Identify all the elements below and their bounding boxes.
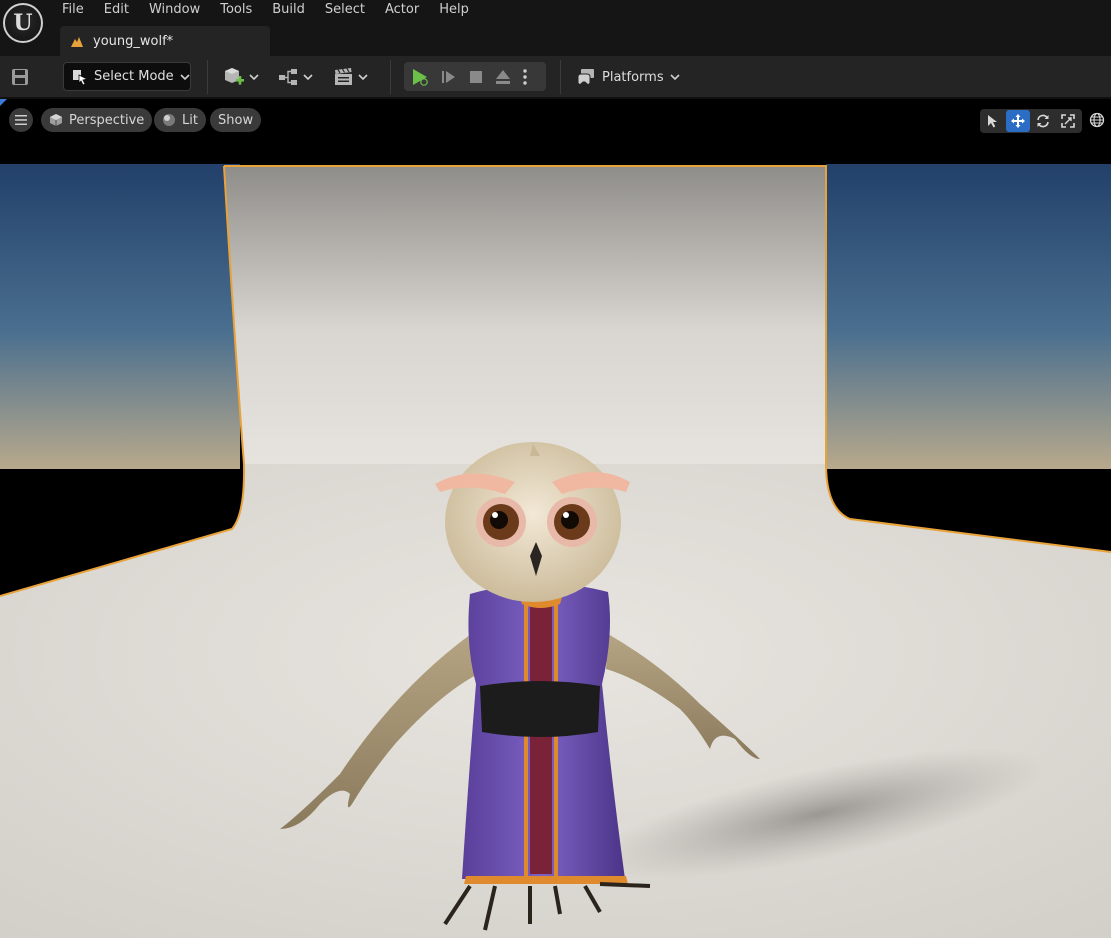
more-options-icon[interactable]: [522, 68, 528, 86]
blueprint-icon: [279, 69, 297, 85]
select-mode-icon: [73, 69, 88, 85]
lit-sphere-icon: [163, 114, 175, 126]
rotate-icon: [1037, 114, 1049, 128]
document-tab-label: young_wolf*: [93, 33, 174, 49]
toolbar-divider: [207, 60, 208, 94]
menu-build[interactable]: Build: [262, 0, 315, 20]
main-menu: File Edit Window Tools Build Select Acto…: [52, 0, 479, 20]
toolbar-divider: [390, 60, 391, 94]
view-mode-button[interactable]: Lit: [154, 108, 206, 132]
globe-icon: [1089, 112, 1105, 128]
platforms-label: Platforms: [602, 69, 664, 85]
viewport-focus-marker: [0, 99, 7, 106]
select-mode-label: Select Mode: [94, 69, 174, 84]
advance-frame-icon[interactable]: [440, 68, 458, 86]
viewport-options-button[interactable]: [9, 108, 33, 132]
chevron-down-icon: [249, 74, 259, 81]
menu-edit[interactable]: Edit: [94, 0, 139, 20]
show-flags-button[interactable]: Show: [210, 108, 262, 132]
scale-tool-button[interactable]: [1056, 110, 1080, 132]
show-label: Show: [218, 112, 254, 128]
play-controls: [404, 62, 546, 91]
main-toolbar: Select Mode Platforms: [0, 56, 1111, 98]
menu-window[interactable]: Window: [139, 0, 210, 20]
stop-icon[interactable]: [468, 69, 484, 85]
translate-tool-button[interactable]: [1006, 110, 1030, 132]
hamburger-icon: [15, 115, 27, 125]
cinematics-icon: [335, 68, 352, 85]
select-tool-button[interactable]: [981, 110, 1005, 132]
eject-icon[interactable]: [494, 68, 512, 86]
scale-icon: [1061, 114, 1075, 128]
platforms-dropdown[interactable]: Platforms: [576, 64, 680, 90]
chevron-down-icon: [180, 73, 190, 80]
level-icon: [71, 37, 83, 47]
menu-file[interactable]: File: [52, 0, 94, 20]
platforms-icon: [577, 69, 594, 85]
perspective-label: Perspective: [69, 112, 145, 128]
cube-icon: [50, 114, 62, 126]
owl-character: [0, 164, 1111, 938]
select-icon: [988, 115, 997, 128]
chevron-down-icon: [670, 74, 680, 81]
save-icon: [12, 69, 28, 85]
add-content-dropdown[interactable]: [222, 64, 259, 90]
menu-actor[interactable]: Actor: [375, 0, 429, 20]
chevron-down-icon: [358, 74, 368, 81]
toolbar-divider: [560, 60, 561, 94]
play-icon[interactable]: [410, 67, 430, 87]
perspective-button[interactable]: Perspective: [41, 108, 153, 132]
level-viewport[interactable]: Perspective Lit Show: [0, 99, 1111, 938]
unreal-engine-logo[interactable]: U: [3, 3, 43, 43]
viewport-toolbar: Perspective Lit Show: [0, 108, 1111, 134]
add-content-icon: [225, 68, 244, 85]
cinematics-dropdown[interactable]: [333, 64, 368, 90]
lit-label: Lit: [182, 112, 198, 128]
rotate-tool-button[interactable]: [1031, 110, 1055, 132]
document-tab[interactable]: young_wolf*: [60, 26, 270, 56]
coordinate-system-button[interactable]: [1087, 109, 1107, 131]
logo-letter: U: [13, 10, 33, 36]
chevron-down-icon: [303, 74, 313, 81]
select-mode-dropdown[interactable]: Select Mode: [63, 62, 191, 91]
menu-tools[interactable]: Tools: [210, 0, 262, 20]
menu-help[interactable]: Help: [429, 0, 479, 20]
translate-icon: [1011, 114, 1025, 128]
blueprint-dropdown[interactable]: [278, 64, 313, 90]
save-button[interactable]: [8, 65, 32, 89]
menu-bar: U File Edit Window Tools Build Select Ac…: [0, 0, 1111, 56]
transform-tools: [980, 109, 1082, 133]
menu-select[interactable]: Select: [315, 0, 375, 20]
